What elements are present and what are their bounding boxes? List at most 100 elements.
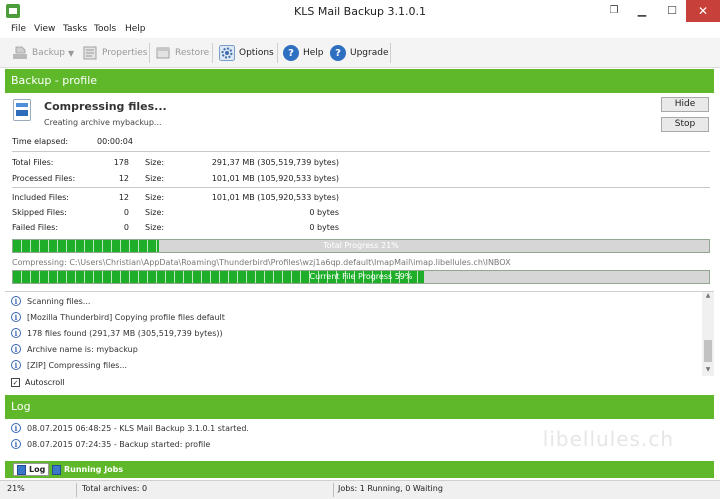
info-icon: i xyxy=(11,360,21,370)
size-label: Size: xyxy=(145,158,165,167)
processed-files-label: Processed Files: xyxy=(12,174,76,183)
options-button[interactable]: Options xyxy=(219,42,274,64)
scroll-thumb[interactable] xyxy=(704,340,712,362)
tab-log[interactable]: Log xyxy=(13,463,50,476)
info-icon: i xyxy=(11,439,21,449)
status-archives: Total archives: 0 xyxy=(82,484,148,493)
info-icon: i xyxy=(11,344,21,354)
backup-progress-panel: Compressing files... Creating archive my… xyxy=(5,94,714,288)
menu-bar: File View Tasks Tools Help xyxy=(0,22,720,38)
hide-button[interactable]: Hide xyxy=(661,97,709,112)
processed-files-size: 101,01 MB (105,920,533 bytes) xyxy=(211,174,339,183)
divider xyxy=(12,187,710,188)
properties-icon xyxy=(82,45,98,61)
list-item: i Scanning files... xyxy=(11,294,90,308)
file-progress-label: Current File Progress 59% xyxy=(309,272,413,281)
list-item: i [Mozilla Thunderbird] Copying profile f… xyxy=(11,310,225,324)
jobs-tab-icon xyxy=(52,464,61,475)
close-button[interactable]: ✕ xyxy=(686,0,720,22)
toolbar-separator xyxy=(149,43,150,63)
watermark: libellules.ch xyxy=(542,427,674,451)
included-files-label: Included Files: xyxy=(12,193,69,202)
status-title: Compressing files... xyxy=(44,100,167,113)
processed-files-count: 12 xyxy=(118,174,129,183)
toolbar-separator xyxy=(277,43,278,63)
restore-window-icon[interactable]: ❐ xyxy=(604,0,624,22)
status-jobs: Jobs: 1 Running, 0 Waiting xyxy=(338,484,443,493)
help-icon: ? xyxy=(283,45,299,61)
menu-view[interactable]: View xyxy=(34,24,55,34)
list-item: i 08.07.2015 07:24:35 - Backup started: p… xyxy=(11,437,210,451)
toolbar-separator xyxy=(390,43,391,63)
included-files-count: 12 xyxy=(118,193,129,202)
failed-files-size: 0 bytes xyxy=(309,223,339,232)
info-icon: i xyxy=(11,328,21,338)
restore-button[interactable]: Restore xyxy=(155,42,209,64)
total-progress-label: Total Progress 21% xyxy=(323,241,399,250)
bottom-tab-bar: Log Running Jobs xyxy=(5,461,714,478)
chevron-down-icon: ▼ xyxy=(68,48,75,58)
size-label: Size: xyxy=(145,223,165,232)
status-bar: 21% Total archives: 0 Jobs: 1 Running, 0… xyxy=(0,480,720,499)
size-label: Size: xyxy=(145,174,165,183)
message-list[interactable]: i Scanning files... i [Mozilla Thunderbird… xyxy=(5,291,714,376)
list-item: i 178 files found (291,37 MB (305,519,739… xyxy=(11,326,223,340)
skipped-files-count: 0 xyxy=(123,208,129,217)
restore-icon xyxy=(155,45,171,61)
compressing-path: Compressing: C:\Users\Christian\AppData\… xyxy=(12,258,511,267)
backup-button[interactable]: Backup xyxy=(12,42,65,64)
info-icon: i xyxy=(11,423,21,433)
list-item: i [ZIP] Compressing files... xyxy=(11,358,127,372)
total-files-size: 291,37 MB (305,519,739 bytes) xyxy=(211,158,339,167)
backup-icon xyxy=(12,45,28,61)
minimize-button[interactable]: ▁ xyxy=(628,0,656,22)
size-label: Size: xyxy=(145,208,165,217)
tab-running-jobs[interactable]: Running Jobs xyxy=(49,463,126,476)
log-section-header: Log xyxy=(5,395,714,419)
status-separator xyxy=(76,483,77,497)
menu-file[interactable]: File xyxy=(11,24,26,34)
list-item: i 08.07.2015 06:48:25 - KLS Mail Backup 3… xyxy=(11,421,249,435)
info-icon: i xyxy=(11,312,21,322)
scroll-up-icon[interactable]: ▲ xyxy=(702,292,714,302)
menu-help[interactable]: Help xyxy=(125,24,146,34)
upgrade-button[interactable]: ? Upgrade xyxy=(330,42,388,64)
status-subtitle: Creating archive mybackup... xyxy=(44,118,162,127)
total-progress-bar: Total Progress 21% xyxy=(12,239,710,253)
included-files-size: 101,01 MB (105,920,533 bytes) xyxy=(211,193,339,202)
upgrade-icon: ? xyxy=(330,45,346,61)
failed-files-label: Failed Files: xyxy=(12,223,59,232)
status-percent: 21% xyxy=(7,484,25,493)
backup-section-header: Backup - profile xyxy=(5,69,714,93)
help-button[interactable]: ? Help xyxy=(283,42,324,64)
file-progress-bar: Current File Progress 59% xyxy=(12,270,710,284)
archive-icon xyxy=(13,99,31,121)
autoscroll-checkbox[interactable]: ✓ Autoscroll xyxy=(11,378,65,387)
toolbar: Backup ▼ Properties Restore Options ? He… xyxy=(0,38,720,68)
message-scrollbar[interactable]: ▲ ▼ xyxy=(702,292,714,376)
maximize-button[interactable]: ☐ xyxy=(658,0,686,22)
gear-icon xyxy=(219,45,235,61)
status-separator xyxy=(333,483,334,497)
divider xyxy=(12,151,710,152)
checkbox-box[interactable]: ✓ xyxy=(11,378,20,387)
time-elapsed-value: 00:00:04 xyxy=(97,137,133,146)
failed-files-count: 0 xyxy=(123,223,129,232)
log-tab-icon xyxy=(17,464,26,475)
toolbar-separator xyxy=(212,43,213,63)
skipped-files-size: 0 bytes xyxy=(309,208,339,217)
backup-dropdown[interactable]: ▼ xyxy=(68,42,74,64)
total-files-label: Total Files: xyxy=(12,158,54,167)
menu-tasks[interactable]: Tasks xyxy=(63,24,87,34)
scroll-down-icon[interactable]: ▼ xyxy=(702,366,714,376)
size-label: Size: xyxy=(145,193,165,202)
time-elapsed-label: Time elapsed: xyxy=(12,137,69,146)
title-bar: KLS Mail Backup 3.1.0.1 ❐ ▁ ☐ ✕ xyxy=(0,0,720,22)
log-list[interactable]: i 08.07.2015 06:48:25 - KLS Mail Backup 3… xyxy=(5,419,714,459)
properties-button[interactable]: Properties xyxy=(82,42,147,64)
total-files-count: 178 xyxy=(113,158,129,167)
menu-tools[interactable]: Tools xyxy=(94,24,116,34)
info-icon: i xyxy=(11,296,21,306)
stop-button[interactable]: Stop xyxy=(661,117,709,132)
skipped-files-label: Skipped Files: xyxy=(12,208,67,217)
